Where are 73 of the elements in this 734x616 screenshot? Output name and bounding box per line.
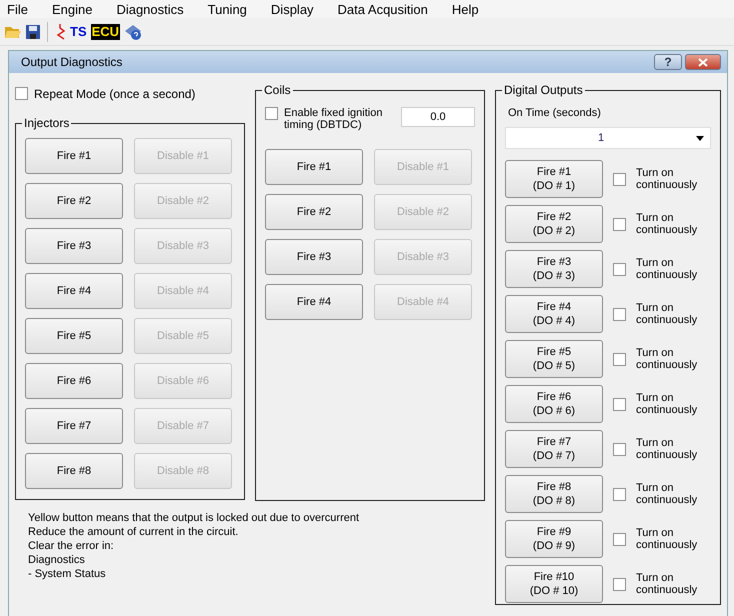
fire-button[interactable]: Fire #3 bbox=[25, 228, 123, 264]
checkbox[interactable] bbox=[613, 172, 626, 186]
fire-button[interactable]: Fire #8 bbox=[25, 453, 123, 489]
checkbox-label: Turn on continuously bbox=[636, 347, 698, 371]
fire-button[interactable]: Fire #2 bbox=[265, 194, 363, 230]
fire-button[interactable]: Fire #1 bbox=[265, 149, 363, 185]
ecu-icon[interactable]: ECU bbox=[90, 24, 120, 40]
ts-icon[interactable]: TS bbox=[69, 24, 88, 40]
checkbox[interactable] bbox=[265, 107, 278, 120]
checkbox-label: Repeat Mode (once a second) bbox=[34, 87, 196, 101]
note-text: Clear the error in: bbox=[28, 539, 115, 553]
close-button[interactable] bbox=[685, 54, 721, 70]
fire-button[interactable]: Fire #2 bbox=[25, 183, 123, 219]
caret-icon bbox=[696, 136, 704, 140]
menu-item[interactable]: File bbox=[7, 2, 38, 16]
note-text: Reduce the amount of current in the circuit. bbox=[28, 525, 240, 539]
menu-item[interactable]: Help bbox=[452, 2, 489, 16]
checkbox-label: Turn on continuously bbox=[636, 302, 698, 326]
fire-button[interactable]: Fire #9 (DO # 9) bbox=[505, 520, 603, 558]
fire-button[interactable]: Fire #7 (DO # 7) bbox=[505, 430, 603, 468]
checkbox[interactable] bbox=[15, 87, 28, 100]
menu-item[interactable]: Diagnostics bbox=[116, 2, 194, 16]
checkbox-label: Turn on continuously bbox=[636, 392, 698, 416]
checkbox[interactable] bbox=[613, 398, 626, 410]
checkbox[interactable] bbox=[613, 262, 626, 276]
checkbox[interactable] bbox=[613, 352, 626, 366]
fire-button[interactable]: Fire #3 bbox=[265, 239, 363, 275]
checkbox[interactable] bbox=[613, 308, 626, 320]
fire-button[interactable]: Fire #10 (DO # 10) bbox=[505, 565, 603, 603]
fire-button[interactable]: Fire #6 bbox=[25, 363, 123, 399]
menu-item[interactable]: Tuning bbox=[208, 2, 257, 16]
fire-button[interactable]: Fire #6 (DO # 6) bbox=[505, 385, 603, 423]
fire-button[interactable]: Fire #4 bbox=[265, 284, 363, 320]
checkbox[interactable] bbox=[613, 532, 626, 546]
group-title: Injectors bbox=[23, 116, 70, 130]
checkbox-label: Turn on continuously bbox=[636, 212, 698, 236]
note-text: - System Status bbox=[28, 567, 107, 581]
menu-item[interactable]: Display bbox=[270, 2, 324, 16]
help-icon[interactable] bbox=[123, 22, 144, 40]
checkbox[interactable] bbox=[613, 218, 626, 230]
checkbox-label: Turn on continuously bbox=[636, 482, 698, 506]
fire-button[interactable]: Fire #5 (DO # 5) bbox=[505, 340, 603, 378]
fire-button[interactable]: Fire #1 (DO # 1) bbox=[505, 160, 603, 198]
zigzag-icon[interactable] bbox=[54, 22, 66, 40]
checkbox-label: Turn on continuously bbox=[636, 437, 698, 461]
menu-item[interactable]: Engine bbox=[52, 2, 102, 16]
timing-input[interactable]: 0.0 bbox=[401, 107, 475, 127]
checkbox-label: Turn on continuously bbox=[636, 527, 698, 551]
fire-button[interactable]: Fire #8 (DO # 8) bbox=[505, 475, 603, 513]
window-title: Output Diagnostics bbox=[21, 55, 124, 69]
note-text: Yellow button means that the output is locked out due to overcurrent bbox=[28, 511, 360, 525]
on-time-dropdown[interactable]: 1 bbox=[505, 127, 711, 149]
checkbox-label: Turn on continuously bbox=[636, 257, 698, 281]
field-label: On Time (seconds) bbox=[508, 107, 601, 119]
fire-button[interactable]: Fire #4 (DO # 4) bbox=[505, 295, 603, 333]
checkbox[interactable] bbox=[613, 442, 626, 456]
group-title: Digital Outputs bbox=[503, 83, 584, 97]
checkbox-label: Turn on continuously bbox=[636, 167, 698, 191]
fire-button[interactable]: Fire #1 bbox=[25, 138, 123, 174]
fire-button[interactable]: Fire #4 bbox=[25, 273, 123, 309]
close-icon bbox=[698, 58, 708, 66]
help-button[interactable]: ? bbox=[654, 54, 682, 70]
fire-button[interactable]: Fire #3 (DO # 3) bbox=[505, 250, 603, 288]
checkbox[interactable] bbox=[613, 578, 626, 590]
checkbox[interactable] bbox=[613, 488, 626, 500]
checkbox-label: Turn on continuously bbox=[636, 572, 698, 596]
fire-button[interactable]: Fire #5 bbox=[25, 318, 123, 354]
menu-item[interactable]: Data Acqusition bbox=[338, 2, 438, 16]
note-text: Diagnostics bbox=[28, 553, 86, 567]
group-title: Coils bbox=[263, 83, 292, 97]
fire-button[interactable]: Fire #2 (DO # 2) bbox=[505, 205, 603, 243]
fire-button[interactable]: Fire #7 bbox=[25, 408, 123, 444]
checkbox-label: Enable fixed ignition timing (DBTDC) bbox=[284, 107, 384, 131]
